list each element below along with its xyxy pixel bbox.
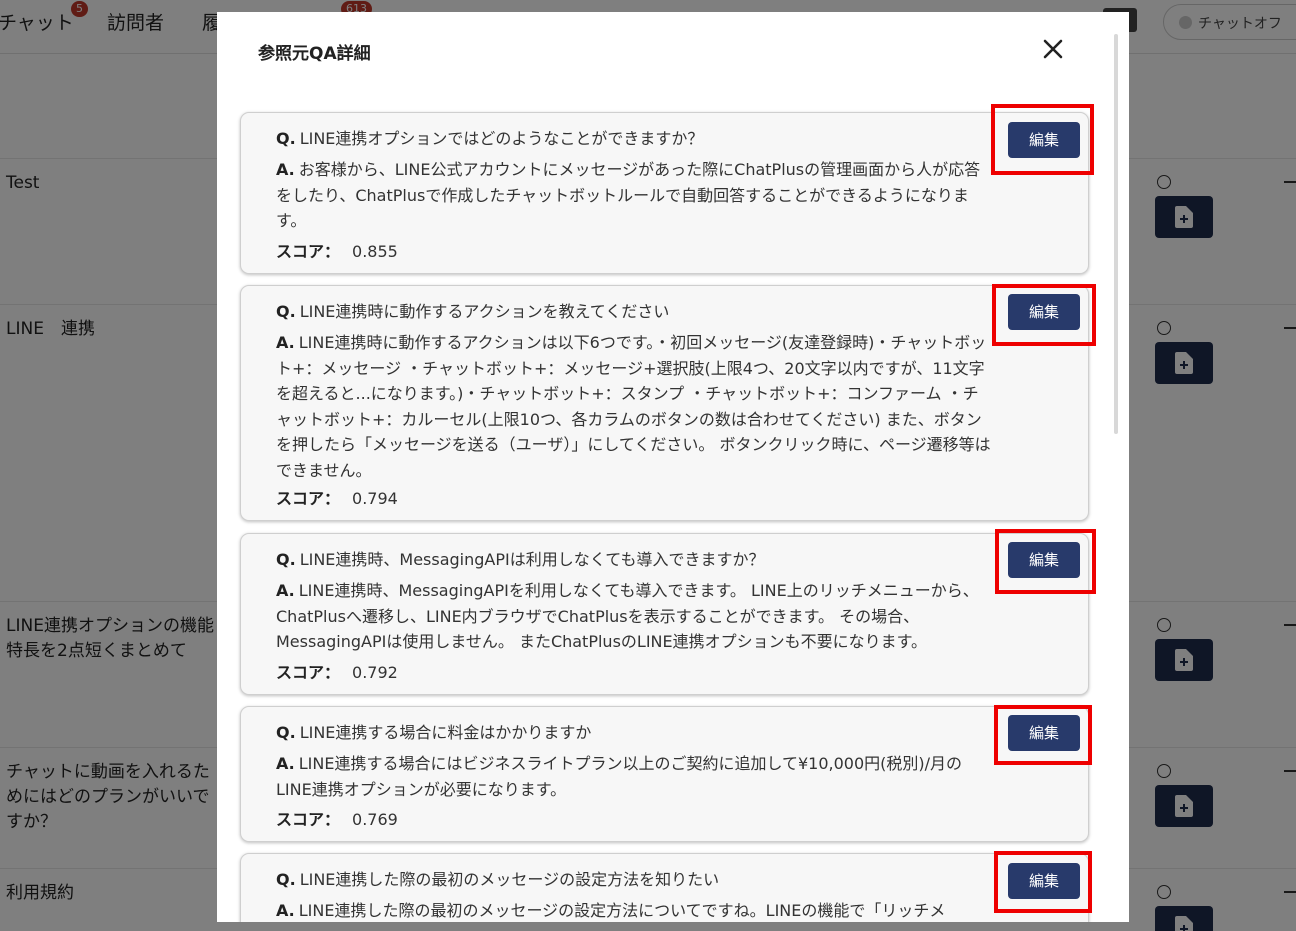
qa-card: Q. LINE連携する場合に料金はかかりますか A. LINE連携する場合にはビジネ… [240,706,1089,842]
qa-answer: A. LINE連携した際の最初のメッセージの設定方法についてですね。LINEの機能… [276,898,976,922]
question-text: LINE連携オプションではどのようなことができますか？ [299,129,704,148]
qa-score: スコア： 0.794 [276,486,576,512]
score-value: 0.769 [352,810,398,829]
answer-prefix: A. [276,901,295,920]
qa-question: Q. LINE連携時、MessagingAPIは利用しなくても導入できますか？ [276,547,976,573]
question-text: LINE連携した際の最初のメッセージの設定方法を知りたい [299,870,720,889]
score-label: スコア： [276,242,341,261]
score-value: 0.792 [352,663,398,682]
answer-text: LINE連携時、MessagingAPIを利用しなくても導入できます。 LINE… [276,581,979,651]
answer-text: LINE連携時に動作するアクションは以下6つです。・初回メッセージ(友達登録時)… [276,333,991,480]
answer-prefix: A. [276,160,295,179]
answer-prefix: A. [276,581,295,600]
question-prefix: Q. [276,129,296,148]
qa-answer: A. LINE連携時に動作するアクションは以下6つです。・初回メッセージ(友達登録… [276,330,991,483]
score-label: スコア： [276,810,341,829]
edit-button[interactable]: 編集 [1008,542,1080,578]
qa-score: スコア： 0.792 [276,660,576,686]
modal-scrollbar[interactable] [1114,34,1118,434]
edit-button[interactable]: 編集 [1008,122,1080,158]
answer-text: LINE連携する場合にはビジネスライトプラン以上のご契約に追加して¥10,000… [276,754,963,799]
question-text: LINE連携時、MessagingAPIは利用しなくても導入できますか？ [299,550,765,569]
qa-card: Q. LINE連携オプションではどのようなことができますか？ A. お客様から、LI… [240,112,1089,274]
score-label: スコア： [276,663,341,682]
close-icon [1043,39,1063,59]
score-value: 0.794 [352,489,398,508]
qa-score: スコア： 0.769 [276,807,576,833]
question-prefix: Q. [276,870,296,889]
qa-answer: A. LINE連携する場合にはビジネスライトプラン以上のご契約に追加して¥10,0… [276,751,991,802]
score-value: 0.855 [352,242,398,261]
reference-qa-modal: 参照元QA詳細 Q. LINE連携オプションではどのようなことができますか？ A.… [217,12,1129,922]
qa-score: スコア： 0.855 [276,239,576,265]
qa-question: Q. LINE連携する場合に料金はかかりますか [276,720,976,746]
close-button[interactable] [1040,36,1066,62]
question-text: LINE連携する場合に料金はかかりますか [299,723,592,742]
qa-answer: A. お客様から、LINE公式アカウントにメッセージがあった際にChatPlusの… [276,157,991,234]
answer-text: お客様から、LINE公式アカウントにメッセージがあった際にChatPlusの管理… [276,160,981,230]
question-prefix: Q. [276,302,296,321]
qa-question: Q. LINE連携時に動作するアクションを教えてください [276,299,976,325]
qa-question: Q. LINE連携オプションではどのようなことができますか？ [276,126,976,152]
question-prefix: Q. [276,550,296,569]
edit-button[interactable]: 編集 [1008,863,1080,899]
answer-prefix: A. [276,754,295,773]
qa-answer: A. LINE連携時、MessagingAPIを利用しなくても導入できます。 LI… [276,578,991,655]
score-label: スコア： [276,489,341,508]
answer-text: LINE連携した際の最初のメッセージの設定方法についてですね。LINEの機能で「… [298,901,946,920]
edit-button[interactable]: 編集 [1008,715,1080,751]
question-text: LINE連携時に動作するアクションを教えてください [299,302,670,321]
qa-card: Q. LINE連携時に動作するアクションを教えてください A. LINE連携時に動作… [240,285,1089,521]
qa-card: Q. LINE連携時、MessagingAPIは利用しなくても導入できますか？ A… [240,533,1089,695]
question-prefix: Q. [276,723,296,742]
edit-button[interactable]: 編集 [1008,294,1080,330]
qa-card: Q. LINE連携した際の最初のメッセージの設定方法を知りたい A. LINE連携し… [240,853,1089,922]
answer-prefix: A. [276,333,295,352]
modal-title: 参照元QA詳細 [258,44,371,64]
qa-question: Q. LINE連携した際の最初のメッセージの設定方法を知りたい [276,867,976,893]
